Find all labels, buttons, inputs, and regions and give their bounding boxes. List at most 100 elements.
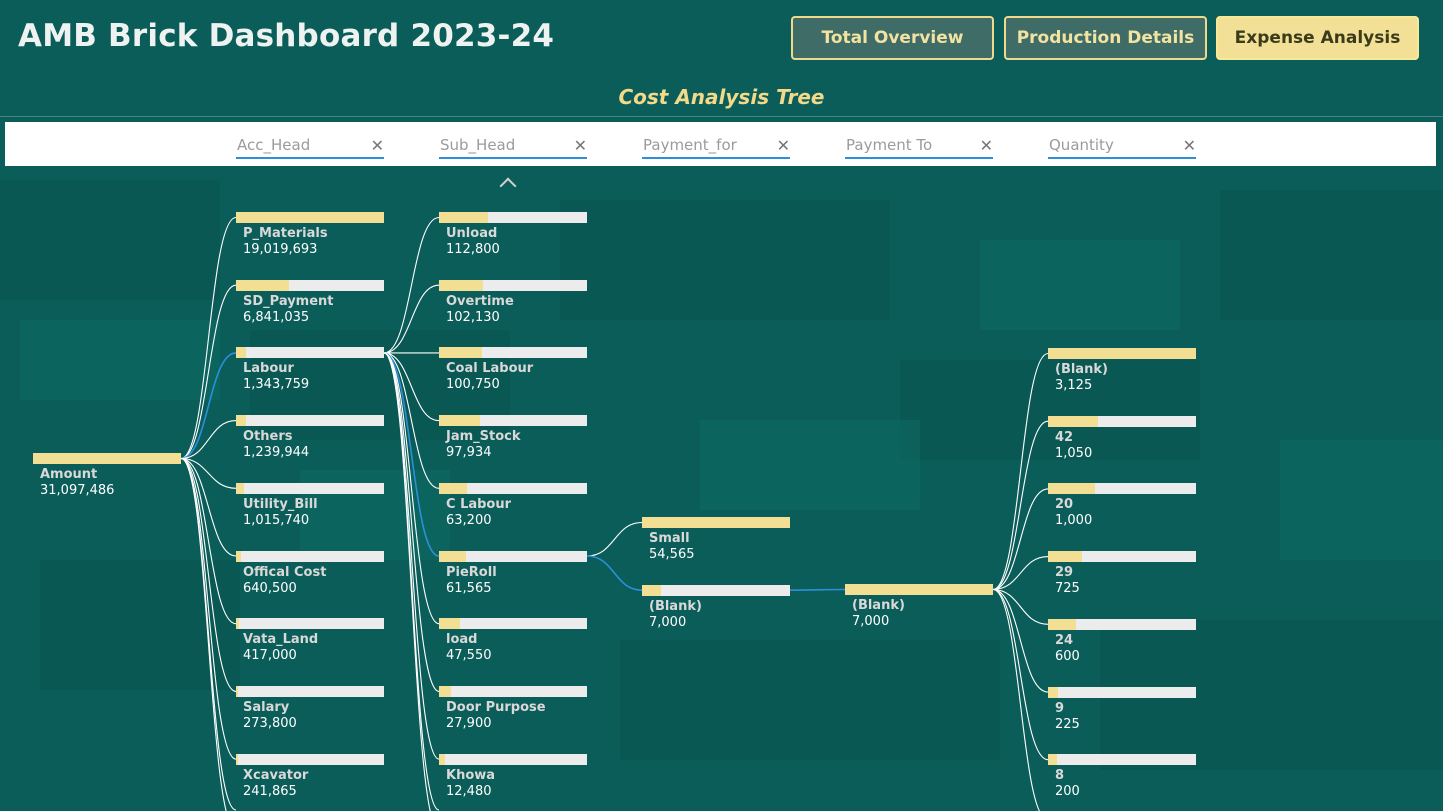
node-bar-fill	[1048, 348, 1196, 359]
connector-line	[180, 457, 237, 692]
node-bar-track	[1048, 618, 1196, 630]
node-label: Vata_Land	[243, 632, 319, 648]
node-value: 27,900	[446, 715, 492, 731]
active-connector-line	[586, 555, 643, 591]
node-value: 725	[1055, 581, 1080, 597]
node-label: SD_Payment	[243, 293, 334, 309]
node-bar-fill	[439, 415, 480, 427]
node-bar-track	[236, 279, 384, 291]
node-bar-track	[642, 517, 790, 528]
node-value: 6,841,035	[243, 309, 310, 325]
node-value: 112,800	[446, 242, 500, 257]
node-bar-track	[1048, 754, 1196, 766]
node-value: 1,015,740	[243, 512, 310, 528]
node-bar-fill	[1048, 551, 1082, 563]
node-label: 9	[1055, 700, 1065, 716]
node-bar-track	[439, 212, 587, 223]
node-bar-fill	[236, 482, 244, 494]
node-label: 29	[1055, 565, 1074, 581]
node-bar-track	[236, 618, 384, 630]
node-label: load	[446, 632, 478, 648]
node-bar-track	[439, 415, 587, 427]
node-bar-fill	[845, 584, 993, 595]
node-bar-track	[33, 453, 181, 464]
node-bar-fill	[439, 550, 466, 562]
node-label: P_Materials	[243, 226, 328, 241]
node-value: 1,000	[1055, 513, 1093, 529]
node-value: 273,800	[243, 715, 297, 731]
node-bar-track	[439, 279, 587, 291]
node-bar-track	[1048, 686, 1196, 698]
node-bar-track	[236, 685, 384, 697]
node-bar-fill	[1048, 686, 1058, 698]
node-bar-fill	[1048, 483, 1095, 495]
node-bar-fill	[236, 279, 289, 291]
node-label: Salary	[243, 699, 290, 715]
node-label: 8	[1055, 768, 1065, 784]
connector-line	[383, 352, 440, 489]
node-bar-fill	[642, 584, 661, 596]
node-bar-track	[1048, 348, 1196, 359]
node-value: 54,565	[649, 547, 695, 562]
node-bar-fill	[236, 685, 238, 697]
connector-line	[180, 457, 237, 489]
connector-line	[383, 216, 440, 354]
node-value: 241,865	[243, 783, 297, 799]
node-bar-track	[236, 753, 384, 765]
node-bar-fill	[236, 550, 241, 562]
node-label: Unload	[446, 226, 498, 241]
node-bar-track	[642, 584, 790, 596]
node-bar-fill	[439, 685, 451, 697]
node-bar-track	[236, 415, 384, 427]
node-value: 417,000	[243, 648, 297, 664]
node-value: 7,000	[649, 614, 687, 630]
node-bar-track	[439, 482, 587, 494]
node-bar-track	[439, 347, 587, 359]
connector-line	[992, 556, 1049, 591]
node-value: 100,750	[446, 377, 500, 393]
node-value: 640,500	[243, 580, 297, 596]
node-value: 19,019,693	[243, 242, 318, 257]
node-label: Small	[649, 531, 690, 546]
node-label: Coal Labour	[446, 361, 534, 377]
node-bar-fill	[439, 212, 488, 223]
node-bar-fill	[236, 753, 238, 765]
node-label: C Labour	[446, 496, 512, 512]
node-value: 47,550	[446, 648, 492, 664]
node-bar-fill	[33, 453, 181, 464]
node-label: (Blank)	[1055, 362, 1108, 377]
node-bar-fill	[236, 618, 239, 630]
node-value: 61,565	[446, 580, 492, 596]
node-value: 31,097,486	[40, 483, 115, 498]
node-value: 7,000	[852, 614, 890, 629]
node-label: Labour	[243, 361, 294, 377]
node-bar-fill	[439, 482, 467, 494]
node-value: 1,343,759	[243, 377, 310, 393]
node-label: Khowa	[446, 767, 496, 783]
node-bar-fill	[439, 279, 483, 291]
node-bar-fill	[236, 415, 246, 427]
node-label: Door Purpose	[446, 699, 546, 715]
connector-line	[383, 352, 440, 692]
node-bar-fill	[236, 347, 246, 359]
node-label: Xcavator	[243, 767, 309, 783]
node-bar-track	[236, 482, 384, 494]
node-value: 225	[1055, 716, 1080, 732]
connector-line	[992, 588, 1049, 761]
connector-line	[992, 352, 1049, 591]
node-bar-track	[1048, 483, 1196, 495]
node-bar-track	[236, 212, 384, 223]
node-bar-fill	[642, 517, 790, 528]
node-value: 12,480	[446, 783, 492, 799]
node-value: 600	[1055, 648, 1080, 664]
node-label: (Blank)	[852, 598, 905, 613]
connector-line	[180, 457, 237, 760]
node-label: (Blank)	[649, 598, 702, 614]
node-bar-fill	[439, 753, 445, 765]
connector-line	[180, 457, 237, 811]
node-label: 24	[1055, 632, 1074, 648]
node-value: 200	[1055, 784, 1080, 800]
node-bar-fill	[1048, 754, 1057, 766]
node-value: 3,125	[1055, 378, 1093, 393]
connector-line	[180, 457, 237, 625]
